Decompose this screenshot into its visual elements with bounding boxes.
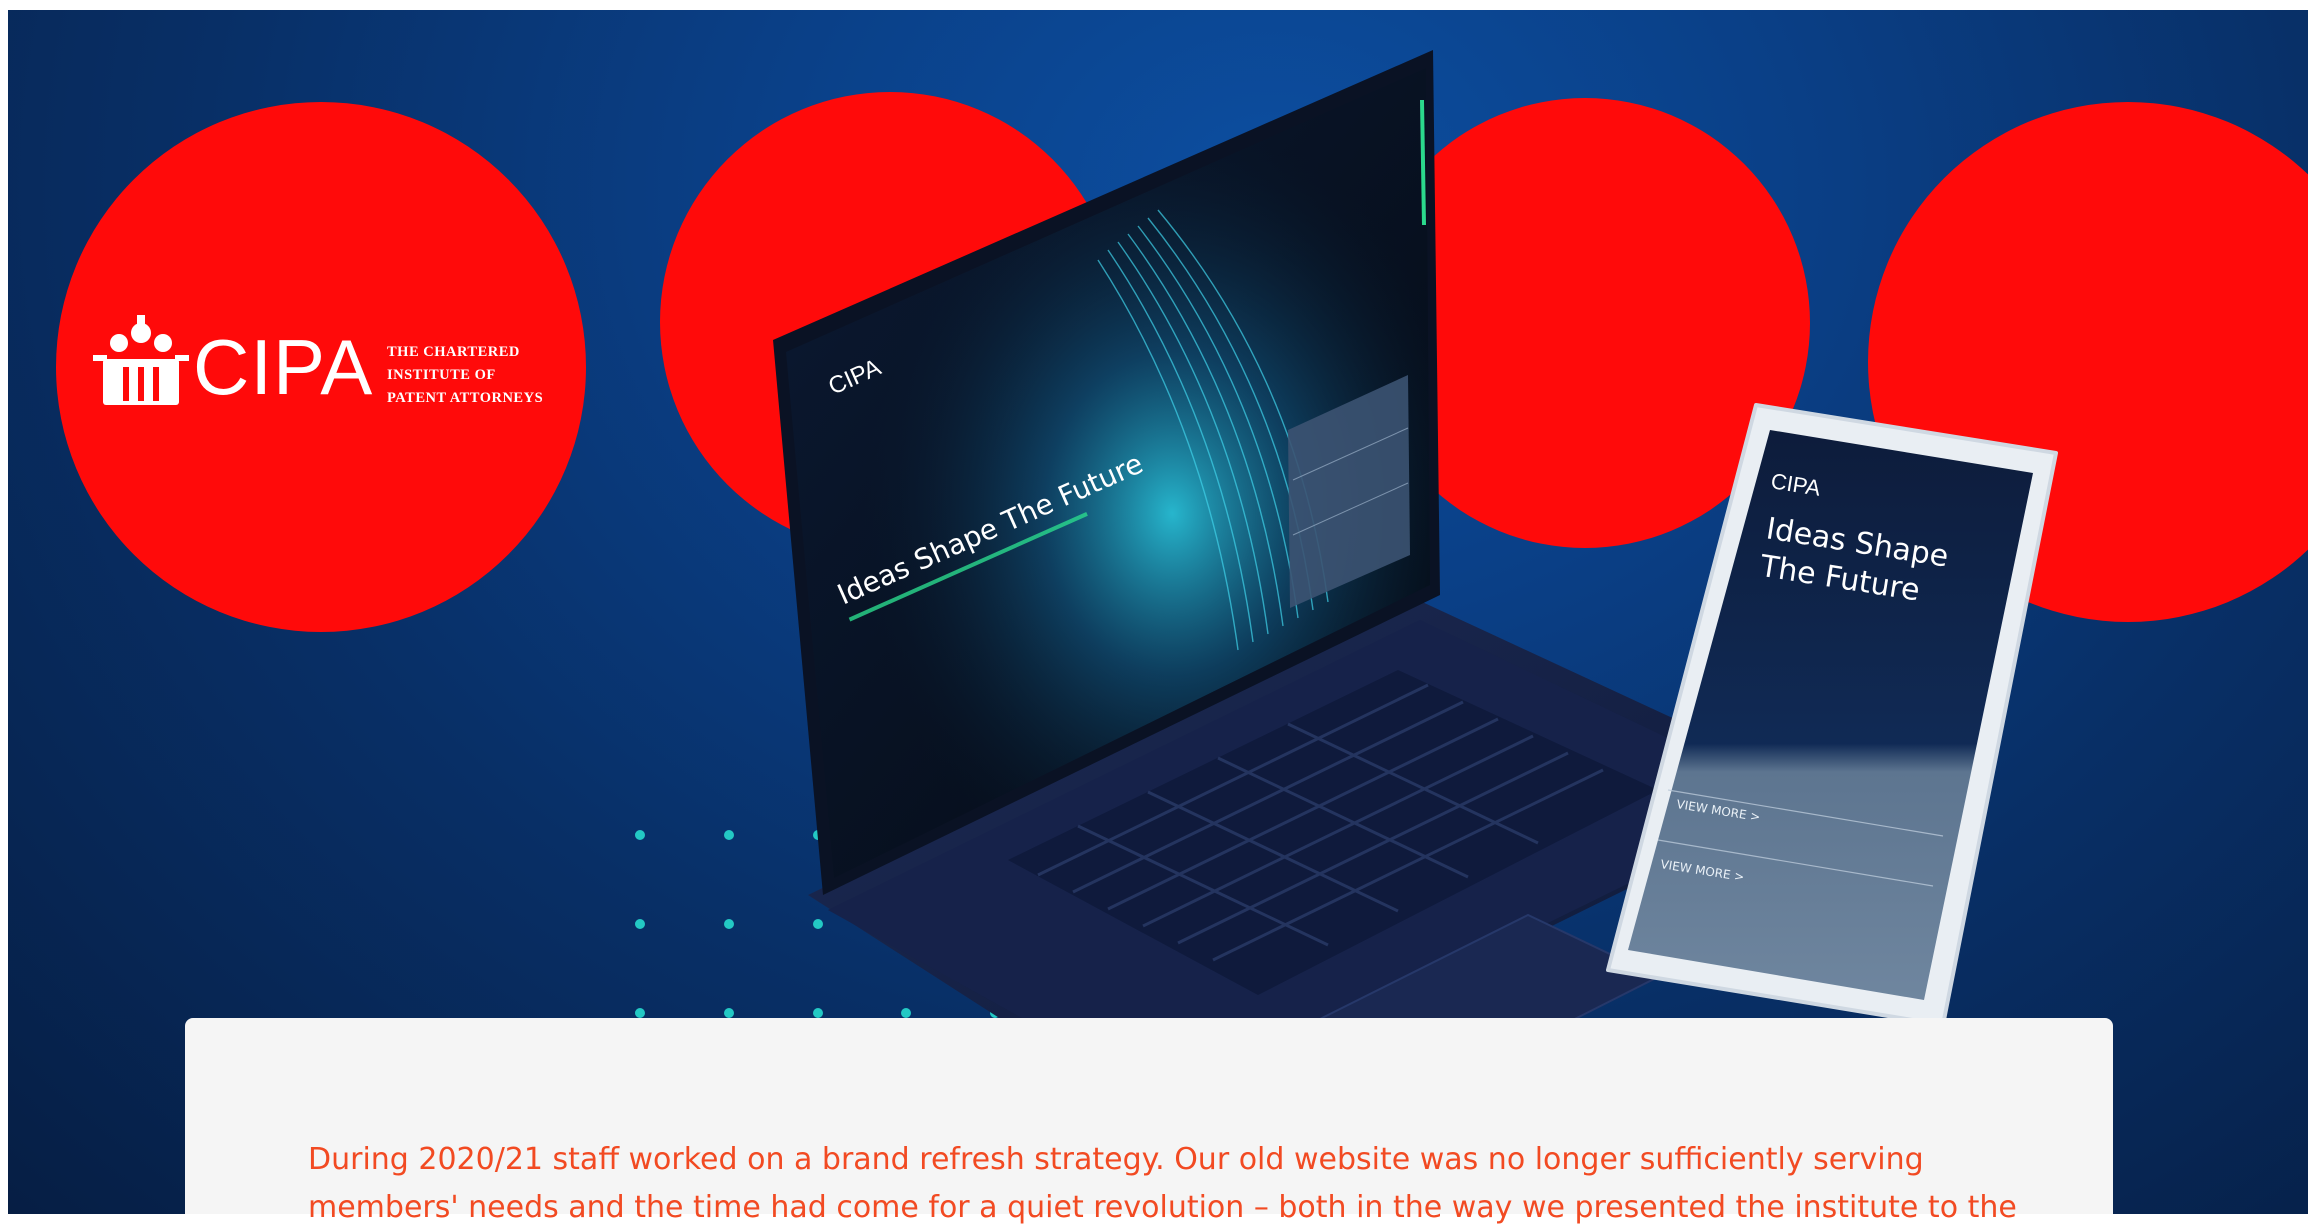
phone: CIPA Ideas Shape The Future VIEW MORE > … — [1606, 403, 2058, 1027]
content-card: During 2020/21 staff worked on a brand r… — [185, 1018, 2113, 1225]
body-paragraph: During 2020/21 staff worked on a brand r… — [308, 1142, 2017, 1225]
